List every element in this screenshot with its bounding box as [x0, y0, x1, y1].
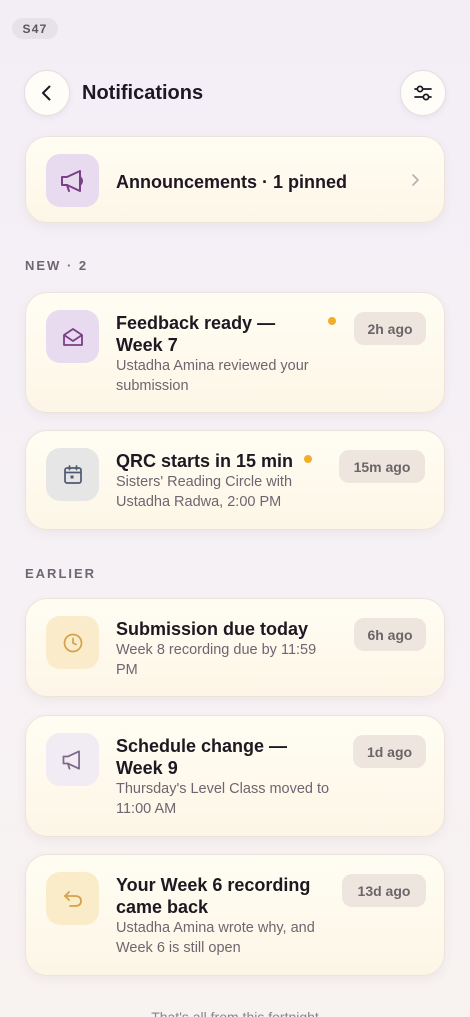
chevron-left-icon — [42, 85, 51, 101]
megaphone-icon — [60, 169, 83, 192]
time-badge: 2h ago — [354, 312, 426, 345]
notification-title: Schedule change — Week 9 — [116, 736, 288, 778]
notification-title: QRC starts in 15 min — [116, 451, 294, 471]
notification-subtitle: Sisters' Reading Circle with Ustadha Rad… — [116, 474, 293, 510]
time-badge: 15m ago — [339, 450, 425, 483]
section-new-label: NEW · 2 — [25, 258, 89, 273]
envelope-open-icon — [62, 327, 83, 346]
sliders-icon — [414, 85, 432, 101]
footer-text: That's all from this fortnight — [151, 1009, 319, 1017]
time-badge: 1d ago — [353, 735, 426, 768]
calendar-icon — [63, 464, 82, 484]
announcements-icon-tile — [46, 154, 99, 207]
time-badge: 13d ago — [342, 874, 426, 907]
notification-icon-tile — [46, 872, 99, 925]
megaphone-icon — [62, 749, 80, 770]
notification-icon-tile — [46, 616, 99, 669]
notification-icon-tile — [46, 448, 99, 501]
notification-title: Submission due today — [116, 619, 309, 639]
notification-title: Feedback ready — Week 7 — [116, 313, 276, 355]
status-pill: S47 — [12, 18, 58, 39]
undo-arrow-icon — [63, 890, 82, 907]
notification-icon-tile — [46, 733, 99, 786]
notification-card[interactable]: QRC starts in 15 min Sisters' Reading Ci… — [25, 430, 445, 530]
chevron-right-icon — [412, 174, 419, 186]
notification-card[interactable]: Your Week 6 recording came back Ustadha … — [25, 854, 445, 976]
notification-icon-tile — [46, 310, 99, 363]
notification-subtitle: Ustadha Amina wrote why, and Week 6 is s… — [116, 920, 315, 956]
notification-subtitle: Ustadha Amina reviewed your submission — [116, 358, 309, 394]
back-button[interactable] — [24, 70, 70, 116]
notification-card[interactable]: Schedule change — Week 9 Thursday's Leve… — [25, 715, 445, 837]
notification-title: Your Week 6 recording came back — [116, 875, 311, 917]
section-earlier-label: EARLIER — [25, 566, 97, 581]
announcements-card[interactable]: Announcements · 1 pinned — [25, 136, 445, 223]
time-badge: 6h ago — [354, 618, 426, 651]
page-title: Notifications — [82, 81, 204, 104]
announcements-label: Announcements · 1 pinned — [116, 172, 348, 192]
header: Notifications — [24, 70, 446, 116]
filter-button[interactable] — [400, 70, 446, 116]
notification-subtitle: Week 8 recording due by 11:59 PM — [116, 642, 317, 678]
unread-dot — [328, 317, 336, 325]
clock-icon — [63, 633, 82, 652]
notification-card[interactable]: Submission due today Week 8 recording du… — [25, 598, 445, 697]
status-label: S47 — [22, 21, 48, 36]
notification-card[interactable]: Feedback ready — Week 7 Ustadha Amina re… — [25, 292, 445, 413]
unread-dot — [304, 455, 312, 463]
notification-subtitle: Thursday's Level Class moved to 11:00 AM — [116, 781, 330, 817]
